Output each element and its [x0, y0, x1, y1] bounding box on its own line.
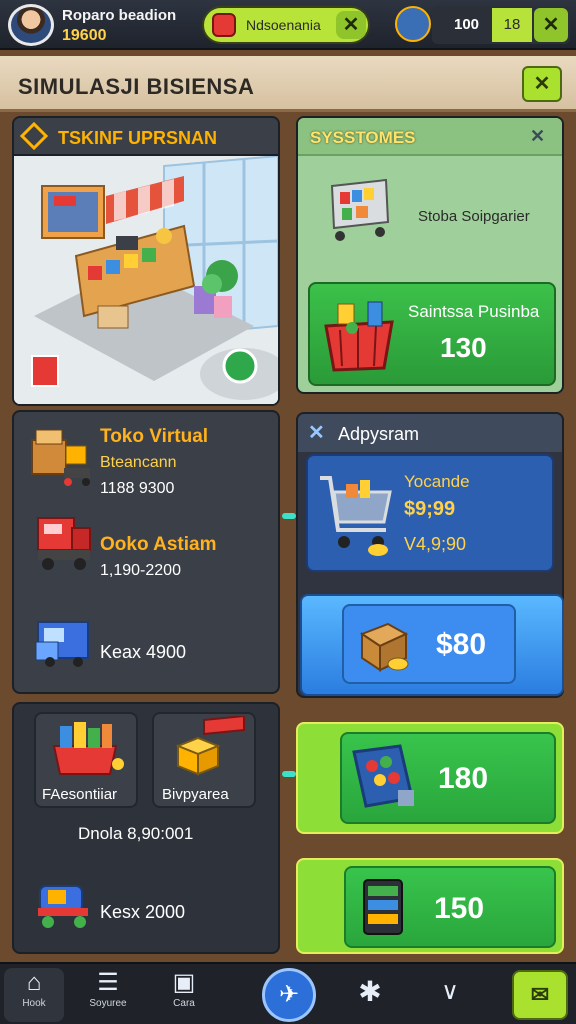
close-icon[interactable]: ✕: [308, 420, 325, 445]
upgrade-panel: ✕ Adpysram Yocande $9;99 V4,9;90 $80: [296, 412, 564, 698]
shop-panel: TSKINF UPRSNAN: [12, 116, 280, 406]
title-bar: SIMULASJI BISIENSA ✕: [0, 56, 576, 112]
upgrade-price: $9;99: [404, 498, 456, 520]
connector: [282, 771, 296, 777]
avatar[interactable]: [8, 4, 54, 46]
upgrade-header: ✕ Adpysram: [298, 414, 562, 452]
resource-value: 100: [454, 16, 480, 33]
nav-chevron[interactable]: ∨: [420, 968, 480, 1022]
gift-icon: [212, 13, 236, 37]
systems-cta-button[interactable]: Saintssa Pusinba 130: [308, 282, 556, 386]
store-item-2-value: 1,190-2200: [100, 562, 181, 579]
resource-pill-gems[interactable]: Ndsoenania ✕: [202, 6, 370, 44]
nav-home-label: Hook: [22, 998, 46, 1009]
connector: [282, 513, 296, 519]
chevron-down-icon: ∨: [441, 978, 459, 1005]
shop-illustration: [14, 156, 278, 404]
plane-icon: ✈: [278, 981, 300, 1008]
bag-icon: ▣: [172, 969, 196, 996]
nav-bag[interactable]: ▣ Cara: [154, 968, 214, 1022]
inventory-tile-2-label: Bivpyarea: [162, 786, 229, 803]
systems-cta-value: 130: [440, 332, 487, 363]
nav-bag-label: Cara: [173, 998, 195, 1009]
systems-panel: SYSSTOMES ✕ Stoba Soipgarier Saintssa Pu…: [296, 116, 564, 394]
close-icon[interactable]: ✕: [530, 126, 545, 147]
van-icon: [35, 621, 89, 667]
inventory-tile-2[interactable]: Bivpyarea: [152, 712, 256, 808]
diamond-icon: [19, 121, 49, 151]
nav-network[interactable]: ✱: [340, 968, 400, 1022]
fruit-crate-icon: [352, 744, 414, 808]
network-icon: ✱: [358, 976, 382, 1007]
toy-truck-icon: [38, 885, 88, 928]
shop-title: TSKINF UPRSNAN: [58, 128, 218, 148]
home-icon: ⌂: [26, 969, 42, 996]
store-item-1-image: [28, 424, 94, 488]
green-action-button-2[interactable]: 150: [296, 858, 564, 954]
nav-main-action[interactable]: ✈: [262, 968, 316, 1022]
inventory-caption: Dnola 8,90:001: [78, 824, 194, 843]
green-action-value-2: 150: [434, 892, 485, 925]
tools-icon: [395, 6, 431, 42]
truck-icon: [37, 517, 91, 570]
shop-stand-icon: [31, 429, 90, 486]
box-icon: [359, 622, 409, 672]
store-list-panel: Toko Virtual Bteancann 1188 9300 Ooko As…: [12, 410, 280, 694]
shopping-cart-icon: [320, 476, 392, 556]
upgrade-total: V4,9;90: [404, 534, 467, 554]
page-title: SIMULASJI BISIENSA: [18, 74, 255, 99]
systems-header: SYSSTOMES ✕: [298, 118, 562, 156]
resource-pill-energy[interactable]: 100 18 ✕: [432, 6, 570, 44]
crate-box-icon: [175, 716, 245, 776]
inventory-panel: FAesontiiar Bivpyarea Dnola 8,90:001 Kes…: [12, 702, 280, 954]
upgrade-title: Adpysram: [338, 424, 420, 444]
nav-list[interactable]: ☰ Soyuree: [78, 968, 138, 1022]
green-action-button-1[interactable]: 180: [296, 722, 564, 834]
nav-home[interactable]: ⌂ Hook: [4, 968, 64, 1022]
close-icon[interactable]: ✕: [534, 8, 568, 42]
player-coins: 19600: [62, 27, 107, 44]
store-item-1-subtitle: Bteancann: [100, 454, 177, 471]
shelf-cart-icon: [330, 178, 390, 241]
upgrade-buy-value: $80: [436, 628, 487, 661]
inventory-tile-1[interactable]: FAesontiiar: [34, 712, 138, 808]
list-icon: ☰: [97, 969, 119, 996]
systems-cta-label: Saintssa Pusinba: [408, 302, 540, 321]
store-item-1-value: 1188 9300: [100, 480, 175, 497]
upgrade-buy-inner: $80: [342, 604, 516, 684]
nav-confirm-button[interactable]: ✉: [512, 970, 568, 1020]
title-action-button[interactable]: ✕: [522, 66, 562, 102]
resource-pill-label: Ndsoenania: [246, 17, 321, 33]
systems-description: Stoba Soipgarier: [418, 208, 530, 225]
systems-title: SYSSTOMES: [310, 128, 416, 147]
check-mail-icon: ✉: [530, 982, 550, 1007]
basket-goods-icon: [52, 722, 124, 775]
store-item-3-title: Keax 4900: [100, 642, 187, 662]
store-item-1-title: Toko Virtual: [100, 426, 209, 447]
close-icon[interactable]: ✕: [336, 11, 366, 39]
store-item-2-image: [34, 512, 94, 576]
store-item-2-title: Ooko Astiam: [100, 534, 217, 555]
upgrade-name: Yocande: [404, 472, 470, 491]
shop-scene-image[interactable]: [14, 156, 278, 404]
green-action-value-1: 180: [438, 762, 489, 795]
nav-list-label: Soyuree: [89, 998, 127, 1009]
top-bar: Roparo beadion 19600 Ndsoenania ✕ 100 18…: [0, 0, 576, 50]
tablet-icon: [363, 879, 403, 935]
store-item-3-image: [34, 612, 94, 672]
green-action-inner-1: 180: [340, 732, 556, 824]
bottom-nav: ⌂ Hook ☰ Soyuree ▣ Cara ✈ ✱ ∨ ✉: [0, 962, 576, 1024]
player-name: Roparo beadion: [62, 7, 177, 24]
resource-count-box: 18: [492, 8, 532, 42]
basket-icon: [324, 301, 394, 372]
upgrade-buy-button[interactable]: $80: [300, 594, 564, 696]
inventory-tile-1-label: FAesontiiar: [42, 786, 118, 803]
shop-header: TSKINF UPRSNAN: [14, 118, 278, 156]
inventory-item-value: Kesx 2000: [100, 902, 186, 922]
upgrade-info-card[interactable]: Yocande $9;99 V4,9;90: [306, 454, 554, 572]
green-action-inner-2: 150: [344, 866, 556, 948]
